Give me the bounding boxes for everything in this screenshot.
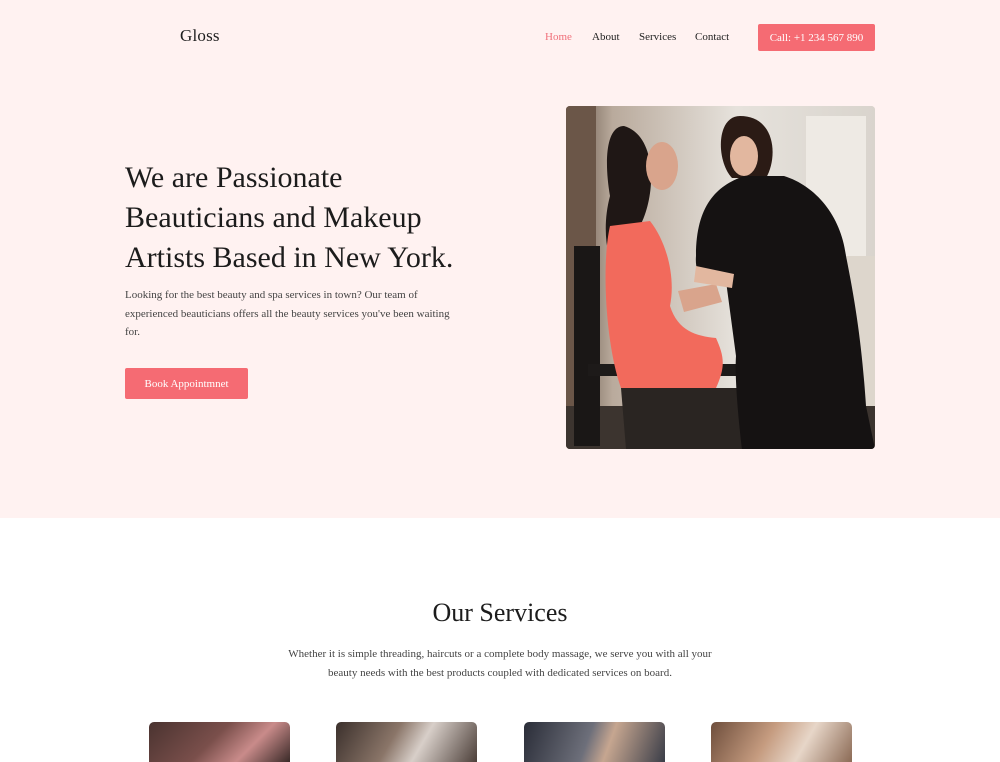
nav-link-home[interactable]: Home <box>545 31 572 43</box>
services-description: Whether it is simple threading, haircuts… <box>288 648 712 679</box>
book-appointment-button[interactable]: Book Appointmnet <box>125 368 248 399</box>
call-button[interactable]: Call: +1 234 567 890 <box>758 24 875 51</box>
service-card-image[interactable] <box>711 722 852 762</box>
service-card-image[interactable] <box>336 722 477 762</box>
nav-link-contact[interactable]: Contact <box>695 31 729 43</box>
nav-link-about[interactable]: About <box>592 31 620 43</box>
makeup-artist-photo-illustration <box>566 106 875 449</box>
hero-title: We are Passionate Beauticians and Makeup… <box>125 161 454 274</box>
nav-link-services[interactable]: Services <box>639 31 676 43</box>
hero-section: Gloss Home About Services Contact Call: … <box>0 0 1000 518</box>
service-card-image[interactable] <box>524 722 665 762</box>
services-title: Our Services <box>432 598 568 627</box>
hero-photo <box>566 106 875 449</box>
service-card-image[interactable] <box>149 722 290 762</box>
hero-description: Looking for the best beauty and spa serv… <box>125 289 450 338</box>
brand-logo[interactable]: Gloss <box>180 26 220 46</box>
